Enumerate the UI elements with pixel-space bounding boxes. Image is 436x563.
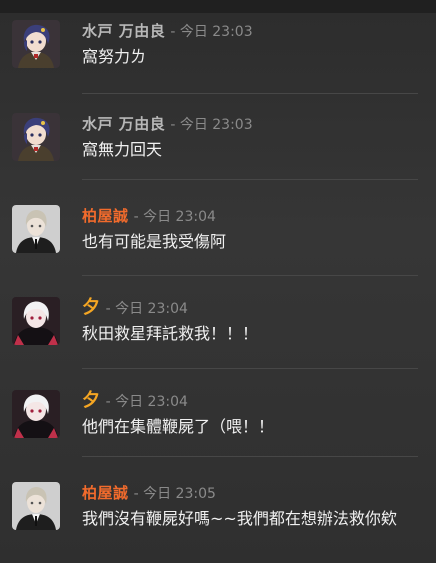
message-text: 窩無力回天	[82, 140, 163, 159]
message-divider	[82, 456, 418, 457]
message-divider	[82, 179, 418, 180]
message-text: 秋田救星拜託救我！！！	[82, 324, 259, 343]
message-divider	[82, 368, 418, 369]
user-avatar-kashiya-icon[interactable]	[12, 482, 60, 530]
author-name[interactable]: 夕	[82, 297, 101, 318]
message-timestamp: - 今日 23:04	[105, 394, 188, 410]
message-header: 夕 - 今日 23:04	[82, 297, 188, 320]
author-name[interactable]: 柏屋誠	[82, 207, 129, 225]
author-name[interactable]: 水戸 万由良	[82, 22, 165, 40]
message-divider	[82, 93, 418, 94]
user-avatar-kashiya-icon[interactable]	[12, 205, 60, 253]
message-text: 窩努力ㄌ	[82, 47, 147, 66]
author-name[interactable]: 柏屋誠	[82, 484, 129, 502]
chat-message-list[interactable]: 水戸 万由良 - 今日 23:03 窩努力ㄌ 水戸 万由良 - 今日 23:03…	[0, 13, 436, 563]
author-name[interactable]: 水戸 万由良	[82, 115, 165, 133]
user-avatar-yu-icon[interactable]	[12, 390, 60, 438]
message-text: 也有可能是我受傷阿	[82, 232, 227, 251]
top-bar	[0, 0, 436, 13]
message-text: 我們沒有鞭屍好嗎~~我們都在想辦法救你欸	[82, 509, 397, 528]
message-header: 柏屋誠 - 今日 23:04	[82, 205, 216, 228]
message-timestamp: - 今日 23:04	[133, 209, 216, 225]
message-header: 水戸 万由良 - 今日 23:03	[82, 20, 253, 43]
user-avatar-yu-icon[interactable]	[12, 297, 60, 345]
message-header: 夕 - 今日 23:04	[82, 390, 188, 413]
message-timestamp: - 今日 23:05	[133, 486, 216, 502]
message-timestamp: - 今日 23:03	[170, 24, 253, 40]
message-timestamp: - 今日 23:04	[105, 301, 188, 317]
message-divider	[82, 275, 418, 276]
user-avatar-mito-icon[interactable]	[12, 113, 60, 161]
author-name[interactable]: 夕	[82, 390, 101, 411]
message-text: 他們在集體鞭屍了（喂！！	[82, 417, 275, 436]
message-header: 柏屋誠 - 今日 23:05	[82, 482, 216, 505]
user-avatar-mito-icon[interactable]	[12, 20, 60, 68]
message-timestamp: - 今日 23:03	[170, 117, 253, 133]
message-header: 水戸 万由良 - 今日 23:03	[82, 113, 253, 136]
